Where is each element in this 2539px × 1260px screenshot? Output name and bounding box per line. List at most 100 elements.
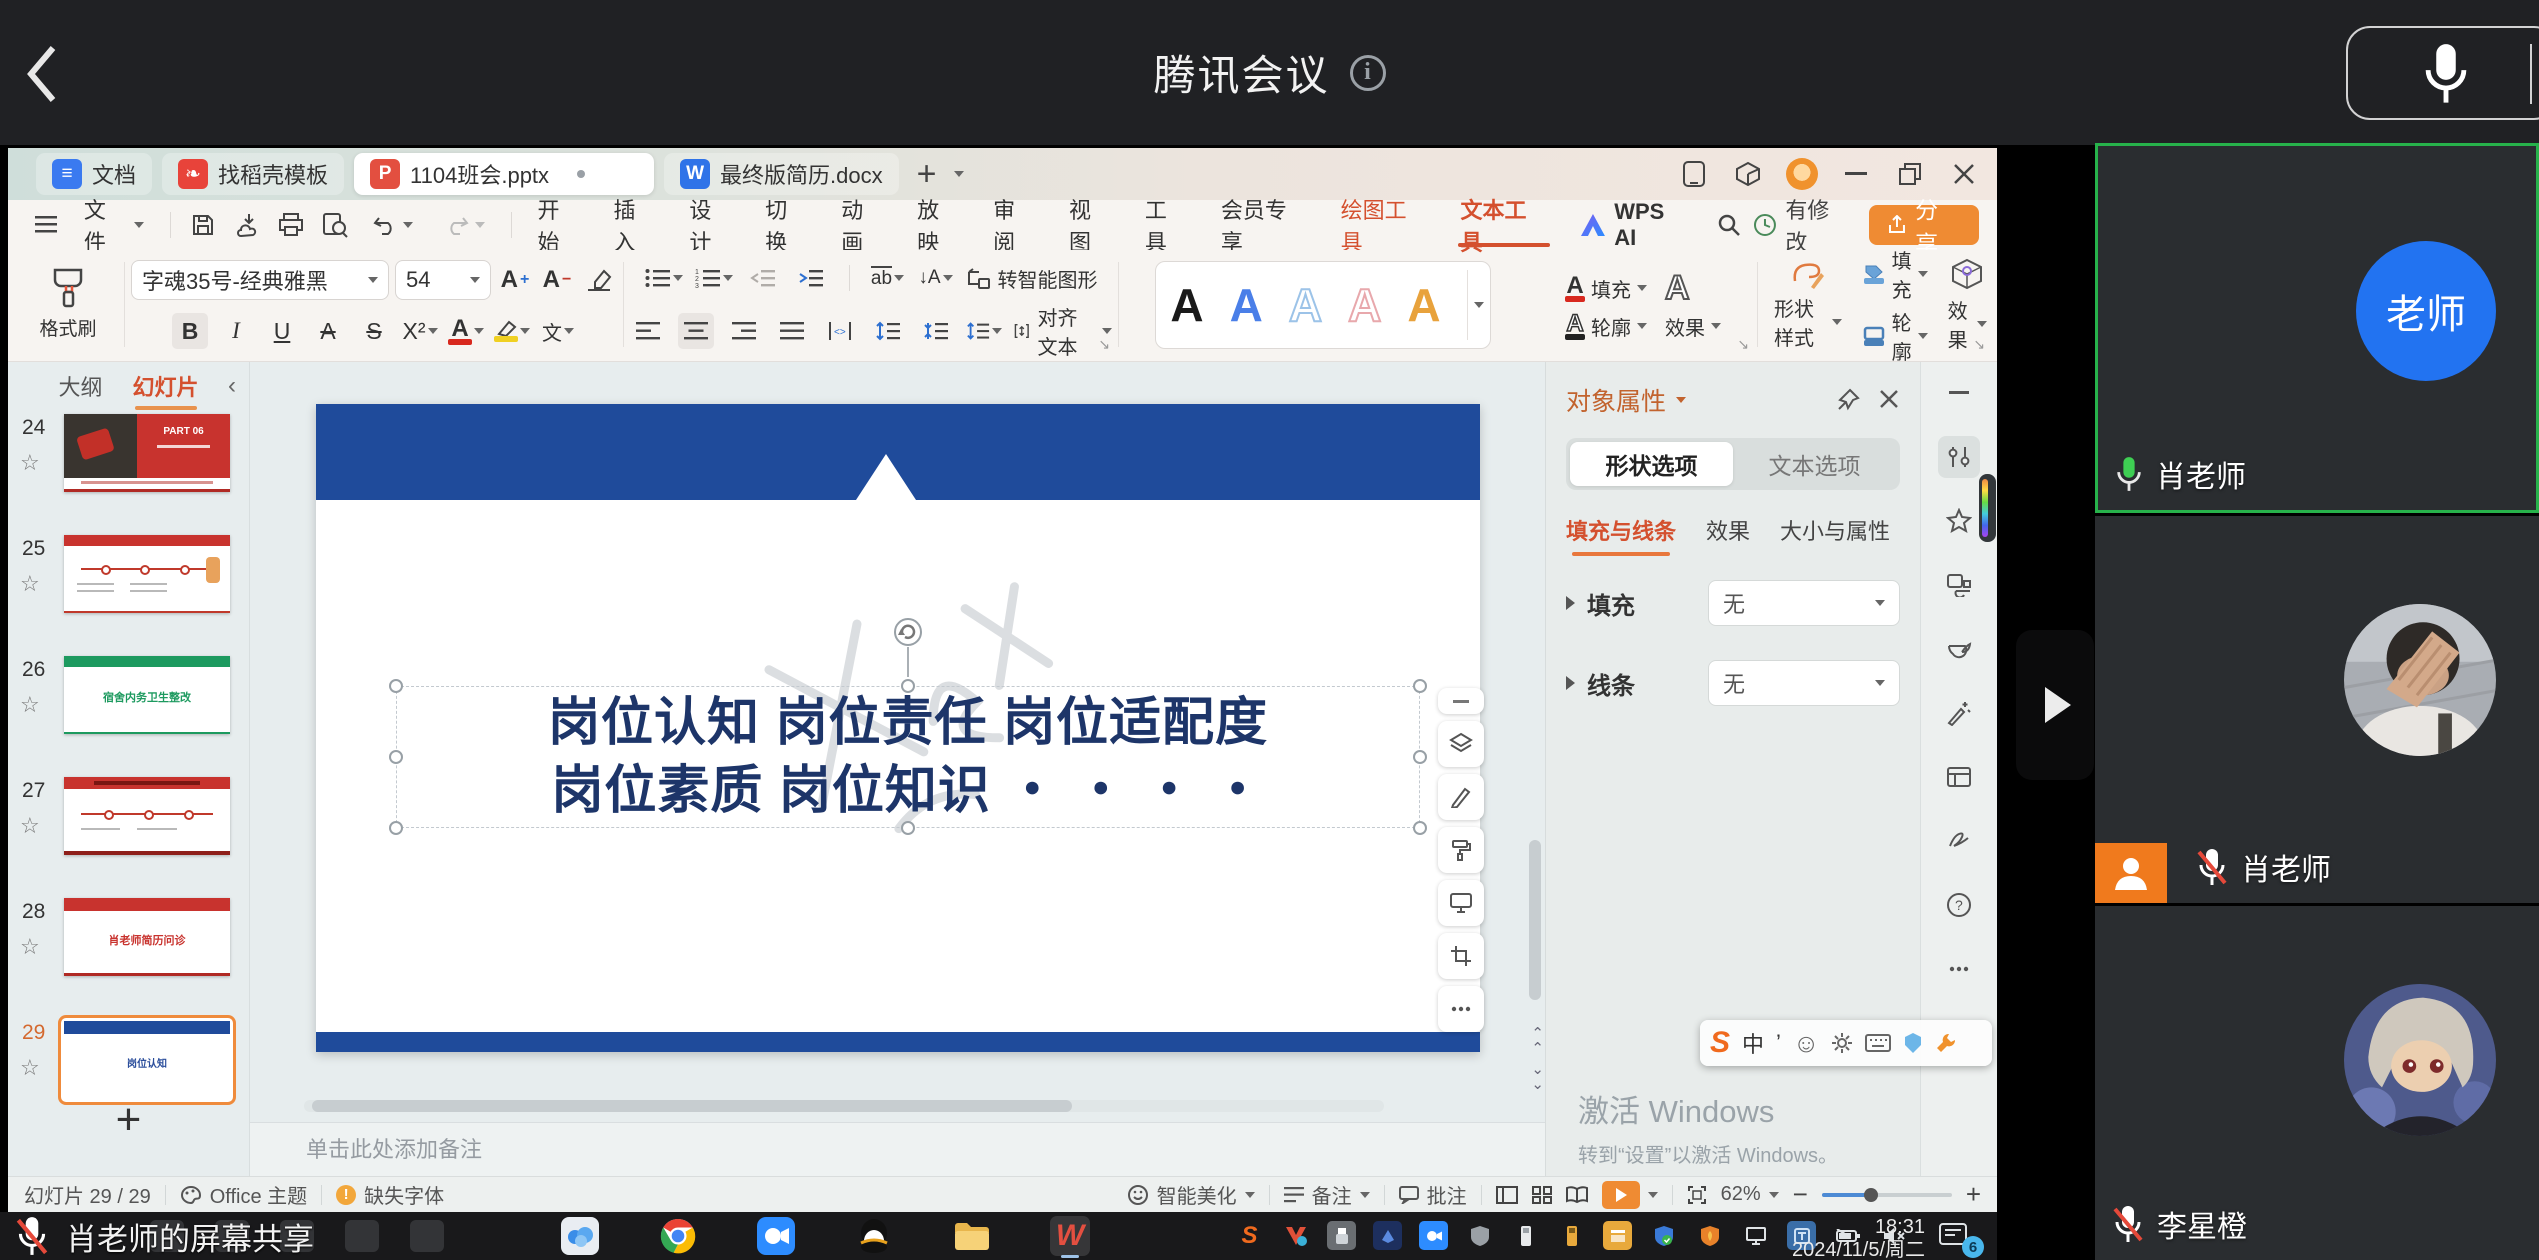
normal-view-button[interactable] xyxy=(1496,1186,1518,1204)
zoom-slider[interactable] xyxy=(1822,1193,1952,1197)
tray-shield-check-icon[interactable] xyxy=(1649,1221,1678,1250)
resize-handle[interactable] xyxy=(1413,679,1427,693)
tray-voov-icon[interactable] xyxy=(1281,1221,1310,1250)
tab-home-doc[interactable]: ≡ 文档 xyxy=(36,153,152,195)
collapse-strip-icon[interactable] xyxy=(1938,372,1980,414)
menu-text-tools[interactable]: 文本工具 xyxy=(1446,207,1562,243)
tray-window-app-icon[interactable] xyxy=(1603,1221,1632,1250)
new-tab-button[interactable]: + xyxy=(909,155,945,194)
line-spacing-up-icon[interactable] xyxy=(870,313,906,349)
share-button[interactable]: 分享 xyxy=(1869,205,1979,245)
signature-pen-icon[interactable] xyxy=(1938,820,1980,862)
tab-outline[interactable]: 大纲 xyxy=(58,370,102,402)
account-avatar[interactable] xyxy=(1779,154,1825,194)
superscript-button[interactable]: X² xyxy=(402,313,438,349)
menu-design[interactable]: 设计 xyxy=(675,207,747,243)
menu-start[interactable]: 开始 xyxy=(524,207,596,243)
add-slide-button[interactable]: + xyxy=(8,1098,249,1142)
justify-icon[interactable] xyxy=(774,313,810,349)
menu-file[interactable]: 文件 xyxy=(70,207,158,243)
expand-video-panel-button[interactable] xyxy=(2016,630,2094,780)
selected-textbox[interactable]: 岗位认知 岗位责任 岗位适配度 岗位素质 岗位知识 ・ ・ ・ ・ xyxy=(396,686,1420,828)
ime-punct[interactable]: ’ xyxy=(1776,1030,1781,1056)
format-painter-button[interactable]: 格式刷 xyxy=(18,256,118,353)
reading-view-button[interactable] xyxy=(1566,1186,1588,1204)
notes-placeholder[interactable]: 单击此处添加备注 xyxy=(250,1122,1545,1176)
zoom-level[interactable]: 62% xyxy=(1721,1183,1779,1206)
tray-firewall-icon[interactable] xyxy=(1695,1221,1724,1250)
present-monitor-button[interactable] xyxy=(1438,880,1484,926)
ime-skin-icon[interactable] xyxy=(1903,1032,1923,1054)
collapse-toolbar-button[interactable] xyxy=(1438,688,1484,714)
tray-sogou-icon[interactable]: S xyxy=(1235,1221,1264,1250)
resize-handle[interactable] xyxy=(389,750,403,764)
text-outline-button[interactable]: A 轮廓 xyxy=(1565,312,1647,341)
rotate-handle[interactable] xyxy=(893,617,923,677)
tray-usb-drive-icon[interactable] xyxy=(1511,1221,1540,1250)
pin-icon[interactable] xyxy=(1836,388,1860,412)
shape-outline-button[interactable]: 轮廓 xyxy=(1862,307,1928,365)
char-border-button[interactable]: A xyxy=(310,313,346,349)
slide-thumb-25[interactable]: 25 ☆ xyxy=(8,531,249,652)
resize-handle[interactable] xyxy=(389,821,403,835)
close-panel-icon[interactable] xyxy=(1878,388,1900,410)
notification-center-button[interactable]: 6 xyxy=(1938,1220,1978,1254)
crop-button[interactable] xyxy=(1438,933,1484,979)
missing-font-warning[interactable]: ! 缺失字体 xyxy=(336,1180,444,1209)
ime-toolbox-icon[interactable] xyxy=(1935,1032,1957,1054)
object-properties-icon[interactable] xyxy=(1938,436,1980,478)
smart-graphic-button[interactable]: 转智能图形 xyxy=(966,260,1098,296)
slide-sorter-button[interactable] xyxy=(1532,1186,1552,1204)
menu-view[interactable]: 视图 xyxy=(1055,207,1127,243)
slide-thumb-28[interactable]: 28 ☆ 肖老师简历问诊 xyxy=(8,894,249,1015)
resize-handle[interactable] xyxy=(1413,750,1427,764)
close-button[interactable] xyxy=(1941,154,1987,194)
tray-defender-icon[interactable] xyxy=(1465,1221,1494,1250)
line-select[interactable]: 无 xyxy=(1708,660,1900,706)
layers-button[interactable] xyxy=(1438,721,1484,767)
shape-fill-button[interactable]: 填充 xyxy=(1862,245,1928,303)
favorite-star-icon[interactable]: ☆ xyxy=(20,1055,40,1081)
font-name-select[interactable]: 字魂35号-经典雅黑 xyxy=(131,260,389,300)
tab-docer-template[interactable]: ❧ 找稻壳模板 xyxy=(162,153,344,195)
slide-canvas[interactable]: 岗位认知 岗位责任 岗位适配度 岗位素质 岗位知识 ・ ・ ・ ・ xyxy=(250,362,1545,1176)
text-sort-button[interactable]: ↓A xyxy=(918,260,954,296)
horizontal-scrollbar[interactable] xyxy=(304,1100,1384,1112)
properties-title-chevron-icon[interactable] xyxy=(1676,397,1686,403)
video-tile-sharer[interactable]: 肖老师 xyxy=(2095,516,2539,903)
taskbar-clock[interactable]: 18:31 2024/11/5/周二 xyxy=(1775,1214,1925,1260)
tray-network-icon[interactable] xyxy=(1741,1221,1770,1250)
text-fill-button[interactable]: A 填充 xyxy=(1565,274,1647,303)
font-size-select[interactable]: 54 xyxy=(395,260,491,300)
wordart-style-4[interactable]: A xyxy=(1348,278,1381,332)
menu-draw-tools[interactable]: 绘图工具 xyxy=(1327,207,1443,243)
search-icon[interactable] xyxy=(1709,207,1749,243)
comments-button[interactable]: 批注 xyxy=(1399,1180,1467,1209)
meeting-mic-button[interactable] xyxy=(2346,26,2539,120)
wordart-gallery[interactable]: A A A A A xyxy=(1155,261,1490,349)
subtab-fill-line[interactable]: 填充与线条 xyxy=(1566,514,1676,546)
menu-member[interactable]: 会员专享 xyxy=(1207,207,1323,243)
strikethrough-button[interactable]: S xyxy=(356,313,392,349)
tray-usb-drive2-icon[interactable] xyxy=(1557,1221,1586,1250)
tab-slides[interactable]: 幻灯片 xyxy=(133,370,199,402)
zoom-out-button[interactable]: − xyxy=(1793,1179,1808,1210)
tab-docx[interactable]: W 最终版简历.docx xyxy=(664,153,899,195)
more-button[interactable] xyxy=(1438,986,1484,1032)
restore-button[interactable] xyxy=(1887,154,1933,194)
expand-fill-icon[interactable] xyxy=(1566,596,1575,610)
print-icon[interactable] xyxy=(271,207,311,243)
info-icon[interactable]: i xyxy=(1350,55,1386,91)
print-preview-icon[interactable] xyxy=(315,207,355,243)
video-tile-teacher[interactable]: 老师 肖老师 xyxy=(2095,143,2539,513)
smart-wand-icon[interactable] xyxy=(1938,692,1980,734)
style-pen-button[interactable] xyxy=(1438,774,1484,820)
strip-more-icon[interactable] xyxy=(1938,948,1980,990)
highlight-color-button[interactable] xyxy=(494,313,530,349)
help-icon[interactable]: ? xyxy=(1938,884,1980,926)
app-center-icon[interactable] xyxy=(1725,154,1771,194)
fit-slide-button[interactable] xyxy=(1687,1185,1707,1205)
notes-button[interactable]: 备注 xyxy=(1284,1180,1370,1209)
bullet-list-button[interactable] xyxy=(645,260,683,296)
minimize-button[interactable] xyxy=(1833,154,1879,194)
